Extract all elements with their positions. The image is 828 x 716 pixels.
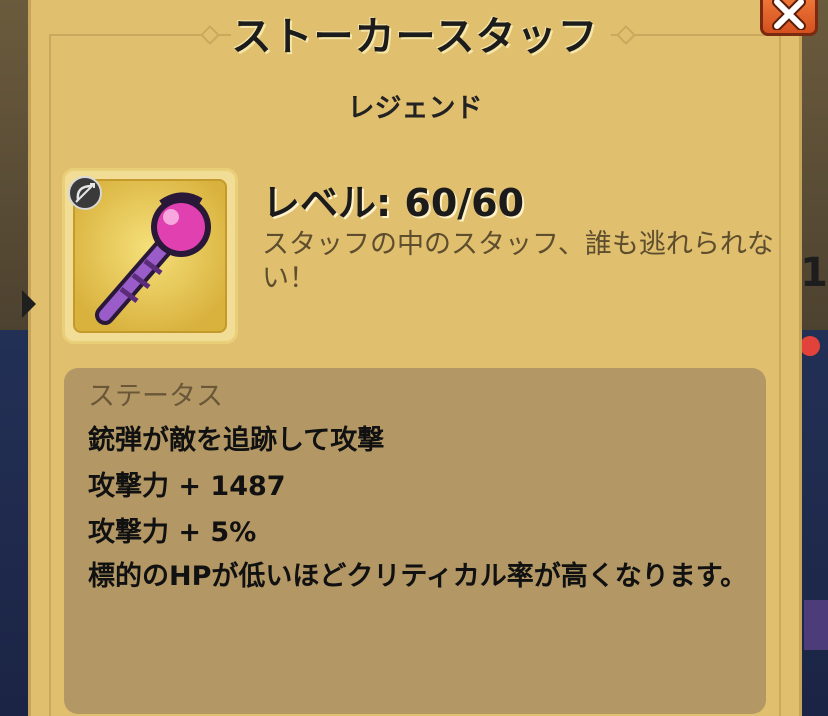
rarity-label: レジェンド — [347, 93, 483, 124]
stat-line: 標的のHPが低いほどクリティカル率が高くなります。 — [88, 561, 748, 592]
stat-line: 攻撃力 + 5% — [88, 517, 257, 548]
stat-line: 銃弾が敵を追跡して攻撃 — [88, 425, 385, 456]
background-digit: 1 — [800, 250, 828, 296]
panel-frame-right — [779, 34, 781, 716]
item-description: スタッフの中のスタッフ、誰も逃れられない！ — [262, 229, 774, 294]
weapon-type-badge — [68, 176, 102, 210]
stat-line: 攻撃力 + 1487 — [88, 471, 286, 502]
bow-icon — [75, 183, 95, 203]
background-chip — [804, 600, 828, 650]
stats-title: ステータス — [88, 381, 223, 412]
pointer-arrow-icon — [22, 290, 36, 318]
notification-dot — [800, 336, 820, 356]
panel-frame-left — [49, 34, 51, 716]
item-title: ストーカースタッフ — [231, 14, 599, 60]
close-button[interactable] — [760, 0, 818, 36]
close-icon — [772, 0, 806, 30]
item-level: レベル: 60/60 — [262, 181, 525, 225]
